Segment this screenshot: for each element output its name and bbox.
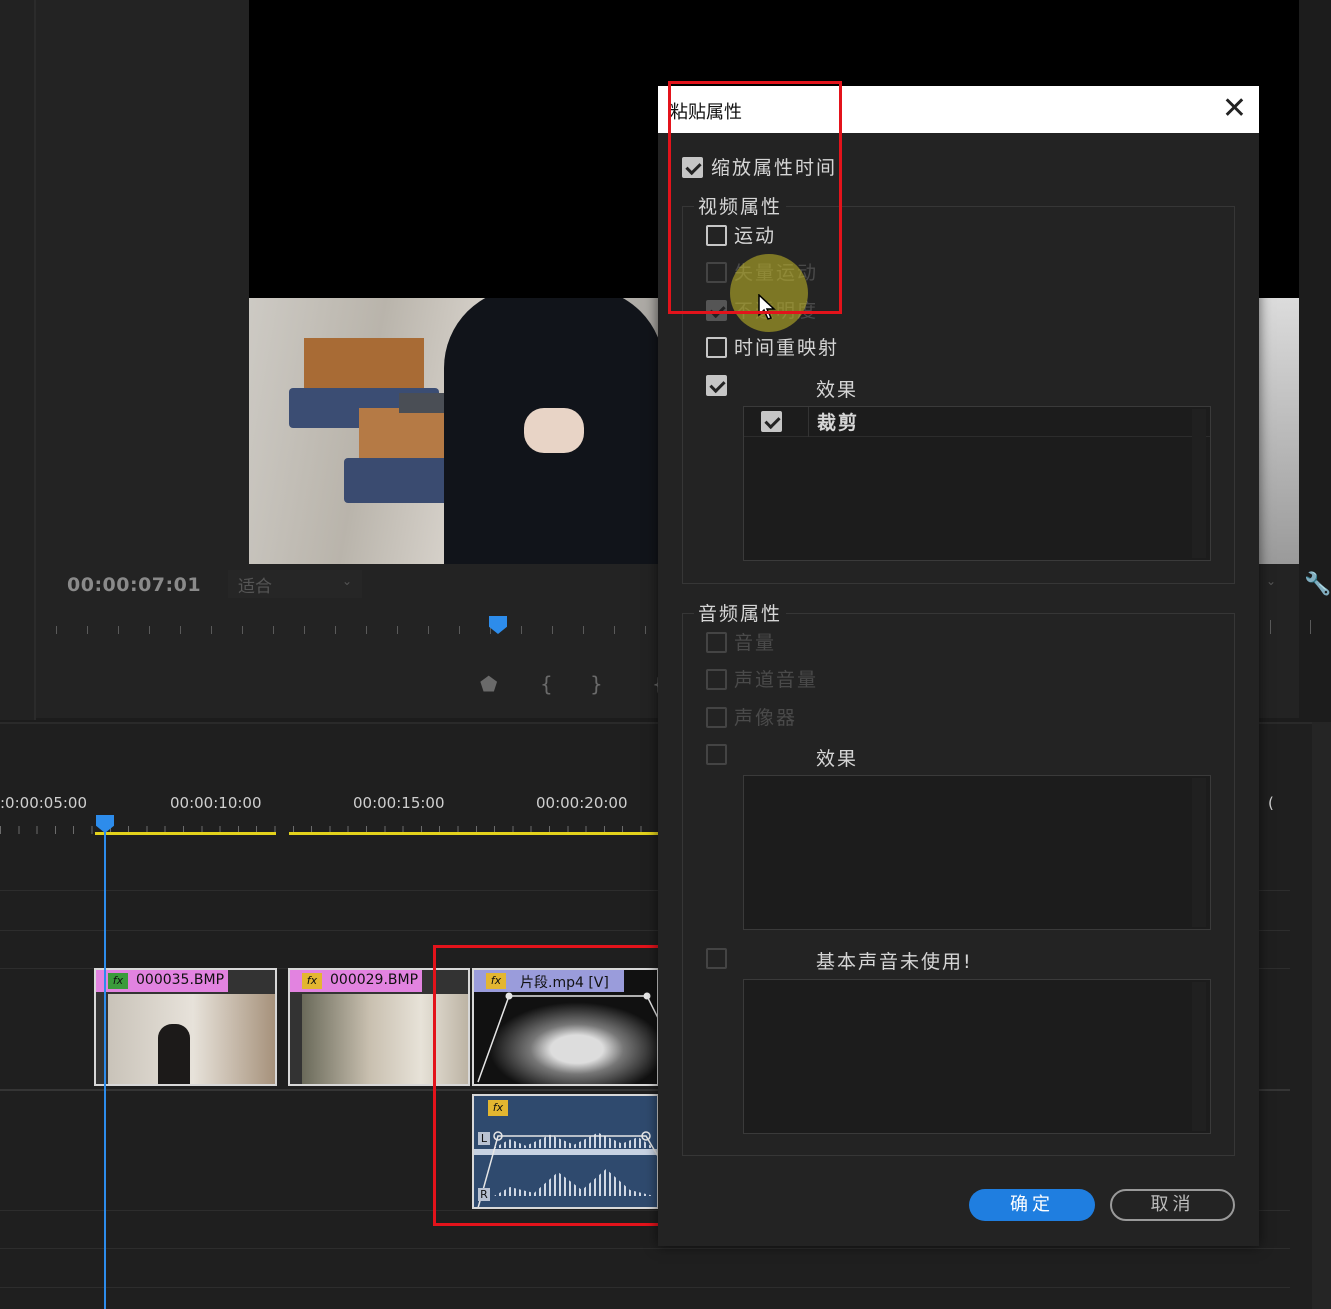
- list-scrollbar[interactable]: [1192, 409, 1206, 558]
- mark-in-icon[interactable]: {: [540, 672, 553, 696]
- audio-attributes-title: 音频属性: [694, 599, 787, 626]
- volume-checkbox: [706, 632, 727, 653]
- fit-zoom-value: 适合: [238, 577, 272, 597]
- wrench-settings-icon[interactable]: 🔧: [1304, 572, 1331, 597]
- video-person-hand: [524, 408, 584, 453]
- list-item[interactable]: 裁剪: [744, 407, 1210, 437]
- panner-checkbox: [706, 707, 727, 728]
- timeline-tick-label: 00:00:10:00: [170, 794, 262, 812]
- video-effects-list: 裁剪: [743, 406, 1211, 561]
- video-frame-right-edge: [1258, 298, 1299, 564]
- highlight-annotation-box: [668, 81, 842, 314]
- crop-effect-label: 裁剪: [817, 412, 860, 434]
- clip-thumbnail: [108, 994, 275, 1084]
- essential-sound-checkbox: [706, 948, 727, 969]
- list-column-separator: [808, 407, 809, 437]
- video-bench-back: [304, 338, 424, 393]
- monitor-time-ruler-right: [1270, 620, 1315, 640]
- track-divider: [0, 1248, 1290, 1249]
- fit-zoom-select[interactable]: 适合 ⌄: [228, 570, 362, 598]
- timeline-tick-label: :0:00:05:00: [0, 794, 88, 812]
- timeline-tick-label: 00:00:15:00: [353, 794, 445, 812]
- chevron-down-icon[interactable]: ⌄: [1266, 574, 1276, 588]
- video-clip[interactable]: 000035.BMP fx: [94, 968, 277, 1086]
- list-scrollbar[interactable]: [1192, 778, 1206, 927]
- chevron-down-icon: ⌄: [341, 574, 352, 588]
- highlight-annotation-box: [433, 945, 666, 1226]
- playhead-timecode[interactable]: 00:00:07:01: [67, 574, 201, 596]
- video-effects-checkbox[interactable]: [706, 375, 727, 396]
- panner-label: 声像器: [734, 707, 798, 729]
- video-effects-label: 效果: [816, 379, 859, 401]
- track-divider: [0, 1287, 1290, 1288]
- ok-button[interactable]: 确定: [969, 1189, 1095, 1221]
- audio-effects-label: 效果: [816, 748, 859, 770]
- left-panel-strip: [0, 0, 36, 720]
- essential-sound-list: [743, 979, 1211, 1134]
- timeline-scrollbar[interactable]: [1312, 722, 1331, 1309]
- close-icon[interactable]: ✕: [1222, 92, 1247, 126]
- cancel-button[interactable]: 取消: [1110, 1189, 1235, 1221]
- channel-volume-checkbox: [706, 669, 727, 690]
- timeline-tick-label: 00:00:20:00: [536, 794, 628, 812]
- list-scrollbar[interactable]: [1192, 982, 1206, 1131]
- add-marker-icon[interactable]: ⬟: [480, 672, 497, 696]
- audio-effects-list: [743, 775, 1211, 930]
- channel-volume-label: 声道音量: [734, 669, 819, 691]
- time-remapping-label[interactable]: 时间重映射: [734, 333, 839, 360]
- crop-effect-checkbox[interactable]: [761, 411, 782, 432]
- render-bar: [289, 832, 658, 835]
- mark-out-icon[interactable]: }: [590, 672, 603, 696]
- program-video-frame: [249, 298, 659, 564]
- audio-effects-checkbox: [706, 744, 727, 765]
- fx-badge-icon[interactable]: fx: [108, 973, 128, 989]
- fx-badge-icon[interactable]: fx: [302, 973, 322, 989]
- volume-label: 音量: [734, 632, 777, 654]
- monitor-time-ruler[interactable]: [56, 620, 656, 640]
- essential-sound-label: 基本声音未使用!: [816, 951, 973, 973]
- time-remapping-checkbox[interactable]: [706, 337, 727, 358]
- timeline-playhead-line[interactable]: [104, 830, 106, 1309]
- render-bar: [95, 832, 276, 835]
- clip-thumbnail-person: [158, 1024, 190, 1084]
- timeline-tick-label: (: [1268, 794, 1274, 812]
